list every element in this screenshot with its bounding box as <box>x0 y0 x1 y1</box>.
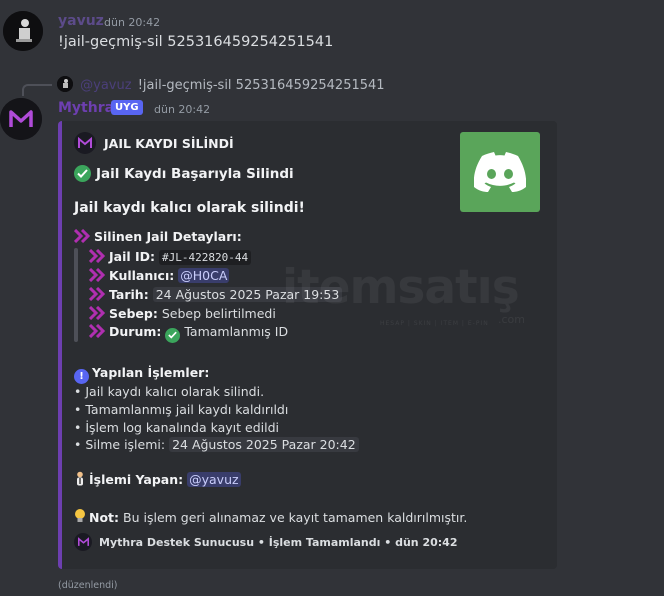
embed-title: Jail Kaydı Başarıyla Silindi <box>74 165 294 182</box>
message-timestamp: dün 20:42 <box>154 103 211 116</box>
embed-headline: Jail kaydı kalıcı olarak silindi! <box>74 200 305 216</box>
mythra-logo-icon <box>74 132 96 154</box>
double-chevron-icon <box>74 229 91 243</box>
detail-jail-id: Jail ID: #JL-422820-44 <box>89 249 252 265</box>
performer-mention[interactable]: @yavuz <box>187 472 241 487</box>
embed-author: JAIL KAYDI SİLİNDİ <box>74 132 234 154</box>
user-mention[interactable]: @H0CA <box>178 268 230 283</box>
performer-line: İşlemi Yapan: @yavuz <box>74 471 241 489</box>
jail-id-code: #JL-422820-44 <box>159 250 252 265</box>
quote-bar <box>74 248 78 342</box>
operation-item-delete: • Silme işlemi: 24 Ağustos 2025 Pazar 20… <box>74 437 359 452</box>
detail-status: Durum: Tamamlanmış ID <box>89 324 288 343</box>
footer-text: Mythra Destek Sunucusu • İşlem Tamamland… <box>99 535 458 549</box>
message-timestamp: dün 20:42 <box>104 16 161 29</box>
message-author-name[interactable]: yavuz <box>58 13 104 29</box>
double-chevron-icon <box>89 306 106 320</box>
operation-item: • Jail kaydı kalıcı olarak silindi. <box>74 384 265 399</box>
bot-name[interactable]: Mythra <box>58 100 114 116</box>
exclamation-icon: ! <box>74 369 89 384</box>
reply-reference[interactable]: @yavuz !jail-geçmiş-sil 5253164592542515… <box>57 76 385 93</box>
operation-item: • Tamamlanmış jail kaydı kaldırıldı <box>74 402 289 417</box>
detail-user: Kullanıcı: @H0CA <box>89 268 230 283</box>
check-icon <box>165 327 181 343</box>
bot-avatar[interactable] <box>0 98 42 140</box>
double-chevron-icon <box>89 324 106 338</box>
edited-label: (düzenlendi) <box>58 580 118 591</box>
delete-date-chip[interactable]: 24 Ağustos 2025 Pazar 20:42 <box>169 437 359 452</box>
operation-item: • İşlem log kanalında kayıt edildi <box>74 420 279 435</box>
detail-reason: Sebep: Sebep belirtilmedi <box>89 306 276 321</box>
reply-avatar <box>57 76 73 92</box>
double-chevron-icon <box>89 249 106 263</box>
note-line: Not: Bu işlem geri alınamaz ve kayıt tam… <box>74 508 467 527</box>
person-icon <box>74 471 86 489</box>
embed-card: JAIL KAYDI SİLİNDİ Jail Kaydı Başarıyla … <box>58 121 557 569</box>
user-avatar[interactable] <box>3 11 43 51</box>
date-chip[interactable]: 24 Ağustos 2025 Pazar 19:53 <box>152 287 343 302</box>
mythra-logo-icon <box>74 533 92 551</box>
embed-author-name: JAIL KAYDI SİLİNDİ <box>104 135 234 151</box>
embed-footer: Mythra Destek Sunucusu • İşlem Tamamland… <box>74 533 457 551</box>
embed-title-text: Jail Kaydı Başarıyla Silindi <box>96 165 294 182</box>
details-title: Silinen Jail Detayları: <box>74 229 242 244</box>
reply-author-mention[interactable]: @yavuz <box>80 78 131 93</box>
double-chevron-icon <box>89 268 106 282</box>
app-badge: UYG <box>111 100 143 115</box>
reply-content: !jail-geçmiş-sil 525316459254251541 <box>137 78 385 93</box>
reply-connector <box>22 84 52 96</box>
operations-title: ! Yapılan İşlemler: <box>74 365 209 384</box>
check-icon <box>74 165 91 182</box>
discord-logo-icon[interactable] <box>460 132 540 212</box>
lightbulb-icon <box>74 508 86 527</box>
double-chevron-icon <box>89 287 106 301</box>
detail-date: Tarih: 24 Ağustos 2025 Pazar 19:53 <box>89 287 343 302</box>
message-content: !jail-geçmiş-sil 525316459254251541 <box>58 34 334 50</box>
